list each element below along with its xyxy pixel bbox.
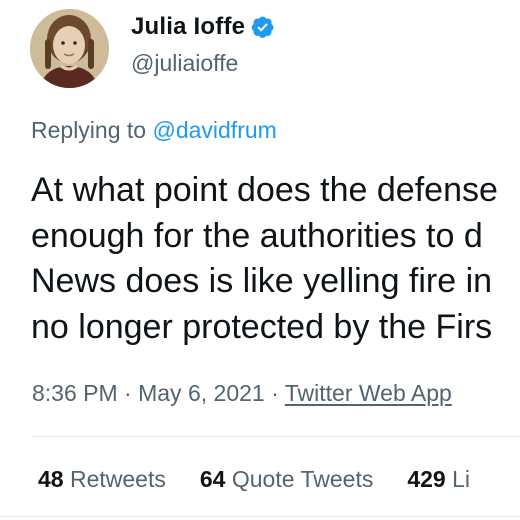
tweet-text-line: At what point does the defense [31,171,498,209]
tweet-text: At what point does the defense enough fo… [31,168,520,350]
quote-tweets-stat[interactable]: 64 Quote Tweets [200,466,373,493]
verified-badge-icon [251,16,274,38]
tweet-text-line: News does is like yelling fire in [31,262,493,300]
likes-count: 429 [407,466,446,492]
divider [0,516,520,517]
author-handle[interactable]: @juliaioffe [131,50,238,77]
likes-stat[interactable]: 429 Li [407,466,470,493]
engagement-stats: 48 Retweets 64 Quote Tweets 429 Li [38,466,504,493]
tweet-text-line: no longer protected by the Firs [31,307,493,346]
tweet-card: Julia Ioffe @juliaioffe Replying to @dav… [0,0,520,520]
meta-separator: · [271,380,279,406]
author-name-row[interactable]: Julia Ioffe [131,13,275,41]
quote-tweets-count: 64 [199,466,226,492]
avatar-photo [30,9,109,88]
replying-to-prefix: Replying to [31,117,147,143]
meta-separator: · [124,380,132,406]
retweets-stat[interactable]: 48 Retweets [38,466,166,493]
replying-to: Replying to @davidfrum [31,117,277,144]
tweet-text-line: enough for the authorities to d [31,216,483,255]
divider [31,436,520,437]
retweets-label: Retweets [69,466,166,492]
reply-mention-link[interactable]: @davidfrum [152,117,276,143]
tweet-date[interactable]: May 6, 2021 [138,380,265,406]
avatar[interactable] [30,9,109,88]
tweet-time[interactable]: 8:36 PM [32,380,118,406]
quote-tweets-label: Quote Tweets [231,466,374,492]
source-app-link[interactable]: Twitter Web App [285,380,452,406]
retweets-count: 48 [38,466,64,492]
likes-label: Li [452,466,471,492]
tweet-meta: 8:36 PM · May 6, 2021 · Twitter Web App [32,380,452,407]
author-display-name[interactable]: Julia Ioffe [131,13,245,41]
